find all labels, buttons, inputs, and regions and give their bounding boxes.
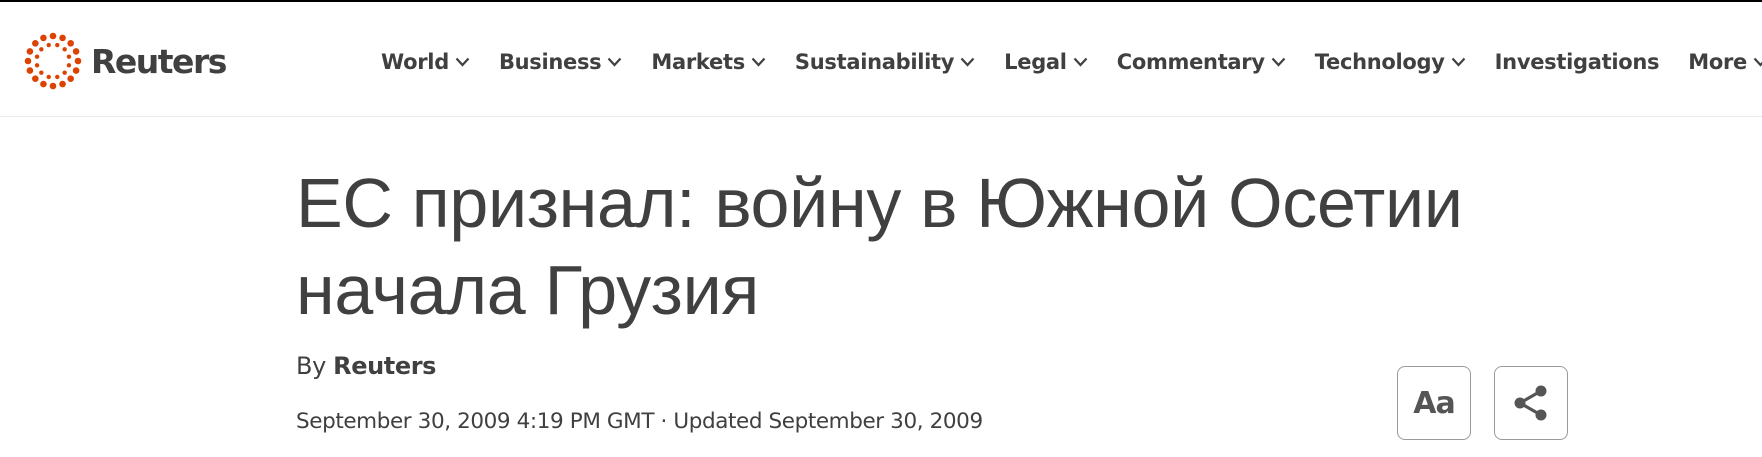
logo-dot [32,40,39,47]
reuters-dots-icon [24,32,82,90]
logo-dot [49,32,57,40]
nav-item-world[interactable]: World [381,50,470,74]
article-byline: By Reuters [296,352,436,380]
nav-item-business[interactable]: Business [499,50,622,74]
chevron-down-icon [1271,57,1286,67]
logo-dot [39,47,44,52]
logo-dot [32,75,39,82]
nav-item-label: Business [498,50,602,74]
nav-item-investigations[interactable]: Investigations [1495,50,1660,74]
nav-item-technology[interactable]: Technology [1315,50,1466,74]
nav-item-label: Sustainability [794,50,955,74]
byline-prefix: By [296,352,326,380]
nav-item-label: Legal [1004,50,1067,74]
logo-dot [39,70,44,75]
chevron-down-icon [608,57,622,67]
chevron-down-icon [960,57,975,67]
logo-dot [26,48,34,55]
chevron-down-icon [1073,57,1088,67]
nav-item-label: Commentary [1116,50,1265,74]
logo-dot [62,70,67,75]
logo-dot [34,63,40,68]
article-dateline: September 30, 2009 4:19 PM GMT · Updated… [296,409,983,434]
logo-dot [24,57,32,65]
nav-item-label: More [1688,50,1747,74]
main-nav: World Business Markets Sustainability Le… [381,42,1762,82]
logo-dot [40,34,47,42]
logo-wordmark: Reuters [91,41,227,81]
logo-dot [55,74,60,80]
logo-dot [26,67,34,74]
logo-dot [34,54,40,59]
logo-dot [40,80,47,88]
nav-item-label: Technology [1314,50,1445,74]
chevron-down-icon [1753,57,1762,67]
nav-item-label: World [381,50,449,74]
logo-dot [62,47,67,52]
logo-dot [55,42,60,48]
share-icon [1510,382,1552,424]
logo-dot [59,80,66,88]
chevron-down-icon [1451,57,1465,67]
logo-dot [72,67,80,74]
text-size-icon: Aa [1413,385,1455,421]
text-size-button[interactable]: Aa [1397,366,1471,440]
logo-dot [46,74,51,80]
chevron-down-icon [751,57,766,67]
reuters-logo[interactable]: Reuters [24,32,227,90]
logo-dot [59,34,66,42]
nav-item-markets[interactable]: Markets [651,50,766,74]
logo-dot [67,40,74,47]
nav-item-sustainability[interactable]: Sustainability [795,50,975,74]
site-header: Reuters World Business Markets Sustainab… [0,2,1762,117]
nav-item-label: Markets [651,50,745,74]
article-headline: ЕС признал: войну в Южной Осетии начала … [296,164,1463,329]
share-button[interactable] [1494,366,1568,440]
logo-dot [66,54,72,59]
logo-dot [67,75,74,82]
nav-item-label: Investigations [1494,50,1660,74]
chevron-down-icon [455,57,470,67]
author-link[interactable]: Reuters [333,352,436,380]
nav-item-legal[interactable]: Legal [1004,50,1088,74]
logo-dot [74,57,82,65]
nav-item-more[interactable]: More [1688,50,1762,74]
nav-item-commentary[interactable]: Commentary [1117,50,1286,74]
logo-dot [66,63,72,68]
logo-dot [49,82,57,90]
logo-dot [46,42,51,48]
logo-dot [72,48,80,55]
